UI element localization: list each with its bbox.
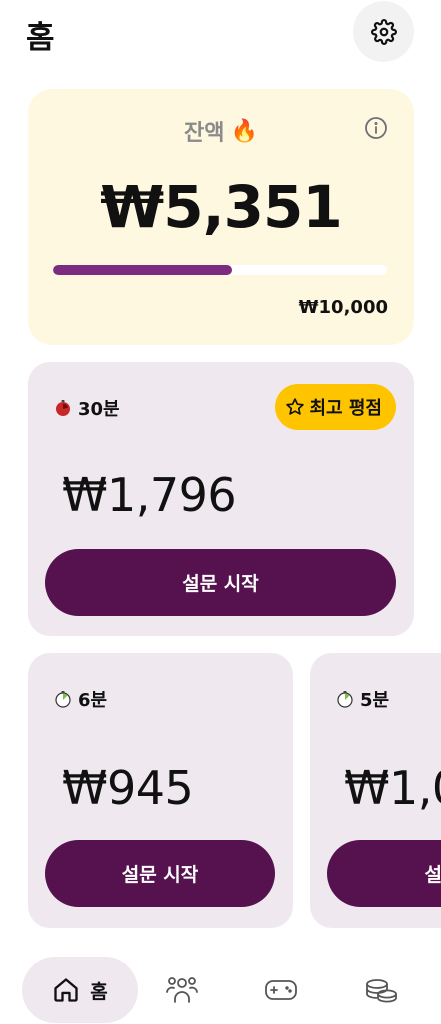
balance-label: 잔액 <box>184 121 225 146</box>
survey-reward: ₩945 <box>62 761 194 815</box>
survey-card[interactable]: 6분 ₩945 설문 시작 <box>28 653 293 928</box>
survey-card[interactable]: 30분 최고 평점 ₩1,796 설문 시작 <box>28 362 414 636</box>
start-survey-button[interactable]: 설문 시작 <box>45 840 275 907</box>
survey-reward: ₩1,0 <box>344 761 441 815</box>
survey-reward: ₩1,796 <box>62 468 237 522</box>
nav-games[interactable] <box>263 972 299 1008</box>
top-rated-badge: 최고 평점 <box>275 384 396 430</box>
start-survey-button[interactable]: 설문 시작 <box>45 549 396 616</box>
timer-icon <box>55 691 71 708</box>
settings-button[interactable] <box>353 1 414 62</box>
balance-progress-fill <box>53 265 232 275</box>
balance-label-row: 잔액 🔥 <box>28 115 414 147</box>
info-button[interactable] <box>364 116 388 140</box>
gamepad-icon <box>265 980 297 1000</box>
star-outline-icon <box>286 398 305 415</box>
home-screen: 홈 잔액 🔥 ₩5,351 ₩10,000 30분 최고 평점 ₩1,796 설… <box>0 0 441 1024</box>
duration-row: 5분 <box>336 686 389 712</box>
nav-friends[interactable] <box>164 972 200 1008</box>
home-icon <box>54 978 78 1002</box>
timer-icon <box>337 691 353 708</box>
duration-row: 30분 <box>54 395 120 421</box>
people-icon <box>166 977 198 1003</box>
timer-icon <box>56 400 70 416</box>
nav-home[interactable]: 홈 <box>22 957 138 1023</box>
duration-row: 6분 <box>54 686 107 712</box>
nav-coins[interactable] <box>363 972 399 1008</box>
coins-icon <box>366 979 397 1003</box>
start-survey-button[interactable]: 설문 <box>327 840 441 907</box>
info-icon <box>365 117 387 139</box>
gear-icon <box>370 18 397 45</box>
balance-progress-bar <box>53 265 387 275</box>
badge-label: 최고 평점 <box>309 398 382 419</box>
goal-amount: ₩10,000 <box>298 297 388 318</box>
survey-card[interactable]: 5분 ₩1,0 설문 <box>310 653 441 928</box>
page-title: 홈 <box>26 20 55 56</box>
fire-icon: 🔥 <box>230 118 258 144</box>
bottom-nav: 홈 <box>0 955 441 1024</box>
balance-amount: ₩5,351 <box>100 173 342 241</box>
survey-duration: 30분 <box>78 399 120 420</box>
nav-home-label: 홈 <box>90 980 108 1003</box>
survey-duration: 6분 <box>78 690 108 711</box>
survey-duration: 5분 <box>360 690 390 711</box>
balance-card: 잔액 🔥 ₩5,351 ₩10,000 <box>28 89 414 345</box>
